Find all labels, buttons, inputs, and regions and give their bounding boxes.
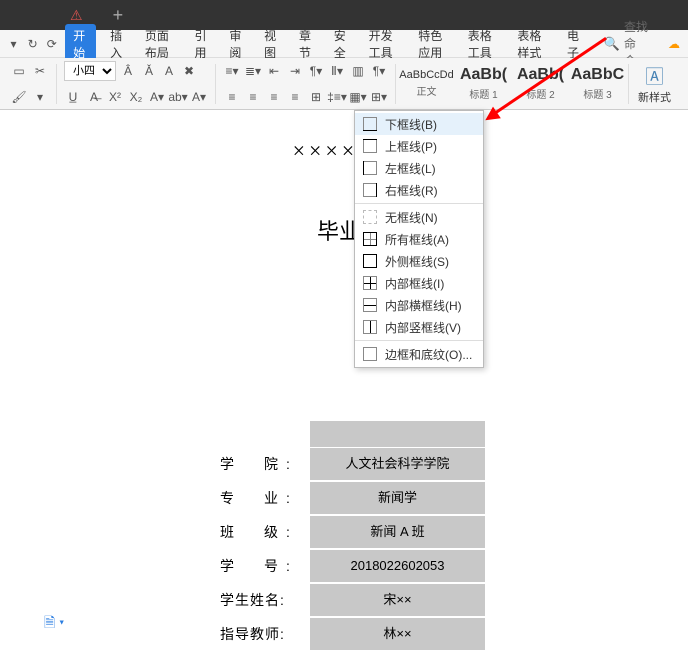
- tab-security[interactable]: 安全: [328, 25, 355, 63]
- char-shading-icon[interactable]: A▾: [190, 88, 208, 106]
- border-outer-icon: [363, 254, 377, 268]
- table-row: 指导教师:林××: [220, 617, 510, 651]
- shrink-font-icon[interactable]: Ǎ: [140, 62, 158, 80]
- new-style-icon: 🄰: [646, 63, 664, 89]
- doc-icon: [363, 347, 377, 361]
- char-scale-icon[interactable]: A: [161, 62, 177, 80]
- shading-icon[interactable]: ▦▾: [349, 88, 367, 106]
- statusbar-doc-icon[interactable]: 🗎 ▾: [44, 612, 64, 636]
- align-justify-icon[interactable]: ≡: [286, 88, 304, 106]
- dropdown-icon[interactable]: ▾: [8, 35, 19, 53]
- border-dropdown-menu: 下框线(B) 上框线(P) 左框线(L) 右框线(R) 无框线(N) 所有框线(…: [354, 110, 484, 368]
- menu-border-inner-h[interactable]: 内部横框线(H): [355, 294, 483, 316]
- misc-align-icon[interactable]: ▥: [349, 62, 367, 80]
- new-style-button[interactable]: 🄰 新样式: [632, 63, 677, 105]
- menu-border-outer[interactable]: 外侧框线(S): [355, 250, 483, 272]
- new-tab-button[interactable]: +: [103, 5, 134, 26]
- align-right-icon[interactable]: ≡: [265, 88, 283, 106]
- table-row: 专 业:新闻学: [220, 481, 510, 515]
- menu-border-bottom[interactable]: 下框线(B): [355, 113, 483, 135]
- font-color-icon[interactable]: A▾: [148, 88, 166, 106]
- border-bottom-icon: [363, 117, 377, 131]
- tab-tabletools[interactable]: 表格工具: [462, 25, 504, 63]
- border-dropdown-button[interactable]: ⊞▾: [370, 88, 388, 106]
- copy-icon[interactable]: ✂: [31, 62, 49, 80]
- menu-border-left[interactable]: 左框线(L): [355, 157, 483, 179]
- table-row: 班 级:新闻 A 班: [220, 515, 510, 549]
- menu-border-all[interactable]: 所有框线(A): [355, 228, 483, 250]
- table-row: 学 号:2018022602053: [220, 549, 510, 583]
- style-normal[interactable]: AaBbCcDd 正文: [399, 62, 454, 106]
- line-spacing-icon[interactable]: ‡≡▾: [328, 88, 346, 106]
- warning-icon: ⚠: [50, 7, 103, 24]
- menu-border-right[interactable]: 右框线(R): [355, 179, 483, 201]
- cloud-icon[interactable]: ☁: [668, 37, 680, 51]
- menu-border-inner[interactable]: 内部框线(I): [355, 272, 483, 294]
- table-row: 学 院:人文社会科学学院: [220, 447, 510, 481]
- underline-icon[interactable]: U̲: [64, 88, 82, 106]
- menu-border-more[interactable]: 边框和底纹(O)...: [355, 343, 483, 365]
- border-inner-icon: [363, 276, 377, 290]
- border-inner-v-icon: [363, 320, 377, 334]
- menu-border-inner-v[interactable]: 内部竖框线(V): [355, 316, 483, 338]
- table-row: 学生姓名:宋××: [220, 583, 510, 617]
- annotation-arrow: [490, 115, 630, 118]
- paste-icon[interactable]: ▭: [10, 62, 28, 80]
- align-center-icon[interactable]: ≡: [244, 88, 262, 106]
- bullet-list-icon[interactable]: ≡▾: [223, 62, 241, 80]
- refresh-icon[interactable]: ⟳: [46, 35, 57, 53]
- tab-reference[interactable]: 引用: [189, 25, 216, 63]
- tab-featured[interactable]: 特色应用: [412, 25, 454, 63]
- redo-icon[interactable]: ↻: [27, 35, 38, 53]
- strike-icon[interactable]: A̶: [85, 88, 103, 106]
- tab-insert[interactable]: 插入: [104, 25, 131, 63]
- border-none-icon: [363, 210, 377, 224]
- info-table: 学 院:人文社会科学学院 专 业:新闻学 班 级:新闻 A 班 学 号:2018…: [220, 421, 510, 651]
- ltr-icon[interactable]: ¶▾: [307, 62, 325, 80]
- indent-inc-icon[interactable]: ⇥: [286, 62, 304, 80]
- number-list-icon[interactable]: ≣▾: [244, 62, 262, 80]
- menu-border-none[interactable]: 无框线(N): [355, 206, 483, 228]
- superscript-icon[interactable]: X²: [106, 88, 124, 106]
- eraser-icon[interactable]: ▾: [31, 88, 49, 106]
- brush-icon[interactable]: 🖌: [10, 88, 28, 106]
- style-heading1[interactable]: AaBb( 标题 1: [456, 62, 511, 106]
- tab-review[interactable]: 审阅: [223, 25, 250, 63]
- border-top-icon: [363, 139, 377, 153]
- indent-dec-icon[interactable]: ⇤: [265, 62, 283, 80]
- tab-devtools[interactable]: 开发工具: [363, 25, 405, 63]
- grow-font-icon[interactable]: Â: [119, 62, 137, 80]
- align-left-icon[interactable]: ≡: [223, 88, 241, 106]
- subscript-icon[interactable]: X₂: [127, 88, 145, 106]
- document-page: ××××××× 毕业论 学 院:人文社会科学学院 专 业:新闻学 班 级:新闻 …: [40, 118, 660, 638]
- highlight-icon[interactable]: ab▾: [169, 88, 187, 106]
- clear-format-icon[interactable]: ✖: [180, 62, 198, 80]
- menu-border-top[interactable]: 上框线(P): [355, 135, 483, 157]
- border-left-icon: [363, 161, 377, 175]
- show-marks-icon[interactable]: ¶▾: [370, 62, 388, 80]
- distribute-icon[interactable]: ⊞: [307, 88, 325, 106]
- border-all-icon: [363, 232, 377, 246]
- fontsize-select[interactable]: 小四: [64, 61, 116, 81]
- menu-divider: [355, 340, 483, 341]
- tab-layout[interactable]: 页面布局: [139, 25, 181, 63]
- border-inner-h-icon: [363, 298, 377, 312]
- tab-view[interactable]: 视图: [258, 25, 285, 63]
- rtl-icon[interactable]: Ⅱ▾: [328, 62, 346, 80]
- style-heading3[interactable]: AaBbC 标题 3: [570, 62, 625, 106]
- table-header-spacer: [310, 421, 485, 447]
- border-right-icon: [363, 183, 377, 197]
- tab-tablestyle[interactable]: 表格样式: [511, 25, 553, 63]
- toolbar: ▭ ✂ 🖌 ▾ 小四 Â Ǎ A ✖ U̲ A̶ X² X₂ A▾ ab▾ A…: [0, 58, 688, 110]
- menu-divider: [355, 203, 483, 204]
- tab-chapter[interactable]: 章节: [293, 25, 320, 63]
